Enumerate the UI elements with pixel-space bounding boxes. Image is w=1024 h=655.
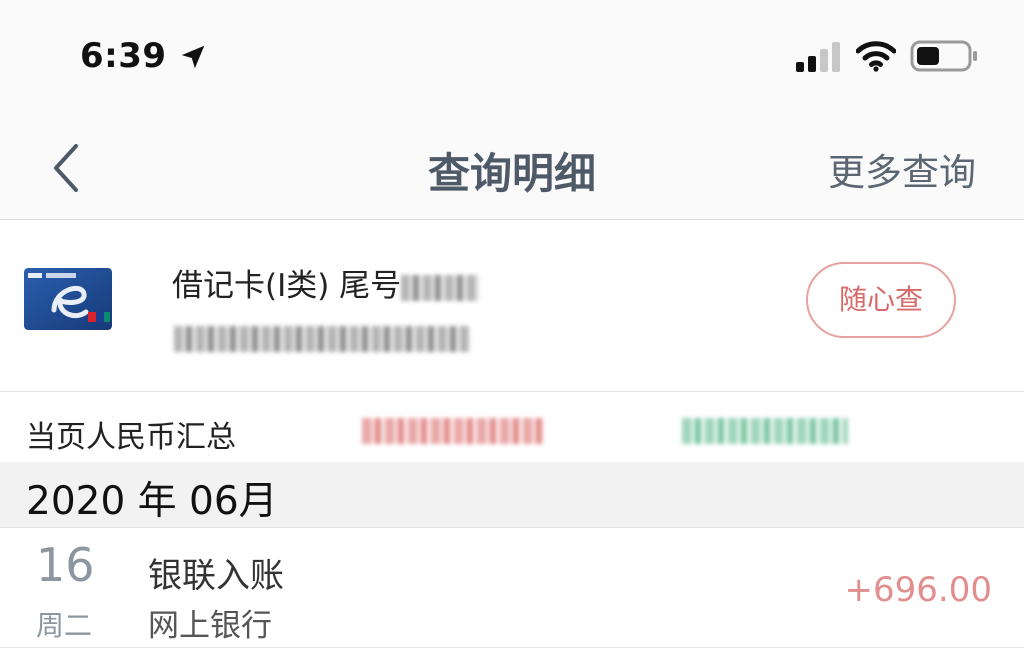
- battery-icon: [910, 40, 977, 72]
- card-type-label: 借记卡(Ⅰ类) 尾号: [172, 268, 402, 304]
- more-query-button[interactable]: 更多查询: [828, 142, 976, 196]
- navigation-bar: 查询明细 更多查询: [0, 110, 1024, 220]
- transaction-channel: 网上银行: [148, 608, 272, 644]
- summary-income-masked: [362, 418, 544, 444]
- card-tail-number-masked: [401, 274, 480, 301]
- random-query-button[interactable]: 随心查: [806, 262, 956, 338]
- card-number-masked: [174, 326, 470, 352]
- page-rmb-summary: 当页人民币汇总: [0, 392, 1024, 462]
- card-info: 借记卡(Ⅰ类) 尾号 随心查: [0, 220, 1024, 392]
- location-arrow-icon: [181, 45, 205, 69]
- summary-label: 当页人民币汇总: [26, 420, 236, 455]
- month-label: 2020 年 06月: [26, 479, 278, 524]
- transaction-title: 银联入账: [148, 556, 284, 596]
- transaction-day: 16: [36, 538, 95, 592]
- status-time: 6:39: [80, 36, 167, 76]
- month-header: 2020 年 06月: [0, 462, 1024, 528]
- transaction-row[interactable]: 16 周二 银联入账 网上银行 +696.00: [0, 528, 1024, 648]
- card-title: 借记卡(Ⅰ类) 尾号: [172, 260, 480, 305]
- transaction-amount: +696.00: [844, 570, 992, 610]
- transaction-weekday: 周二: [36, 609, 93, 642]
- status-bar: 6:39: [0, 0, 1024, 110]
- wifi-icon: [856, 41, 896, 72]
- cellular-signal-icon: [796, 42, 840, 72]
- summary-expense-masked: [682, 418, 848, 444]
- bank-card-icon: [24, 268, 112, 330]
